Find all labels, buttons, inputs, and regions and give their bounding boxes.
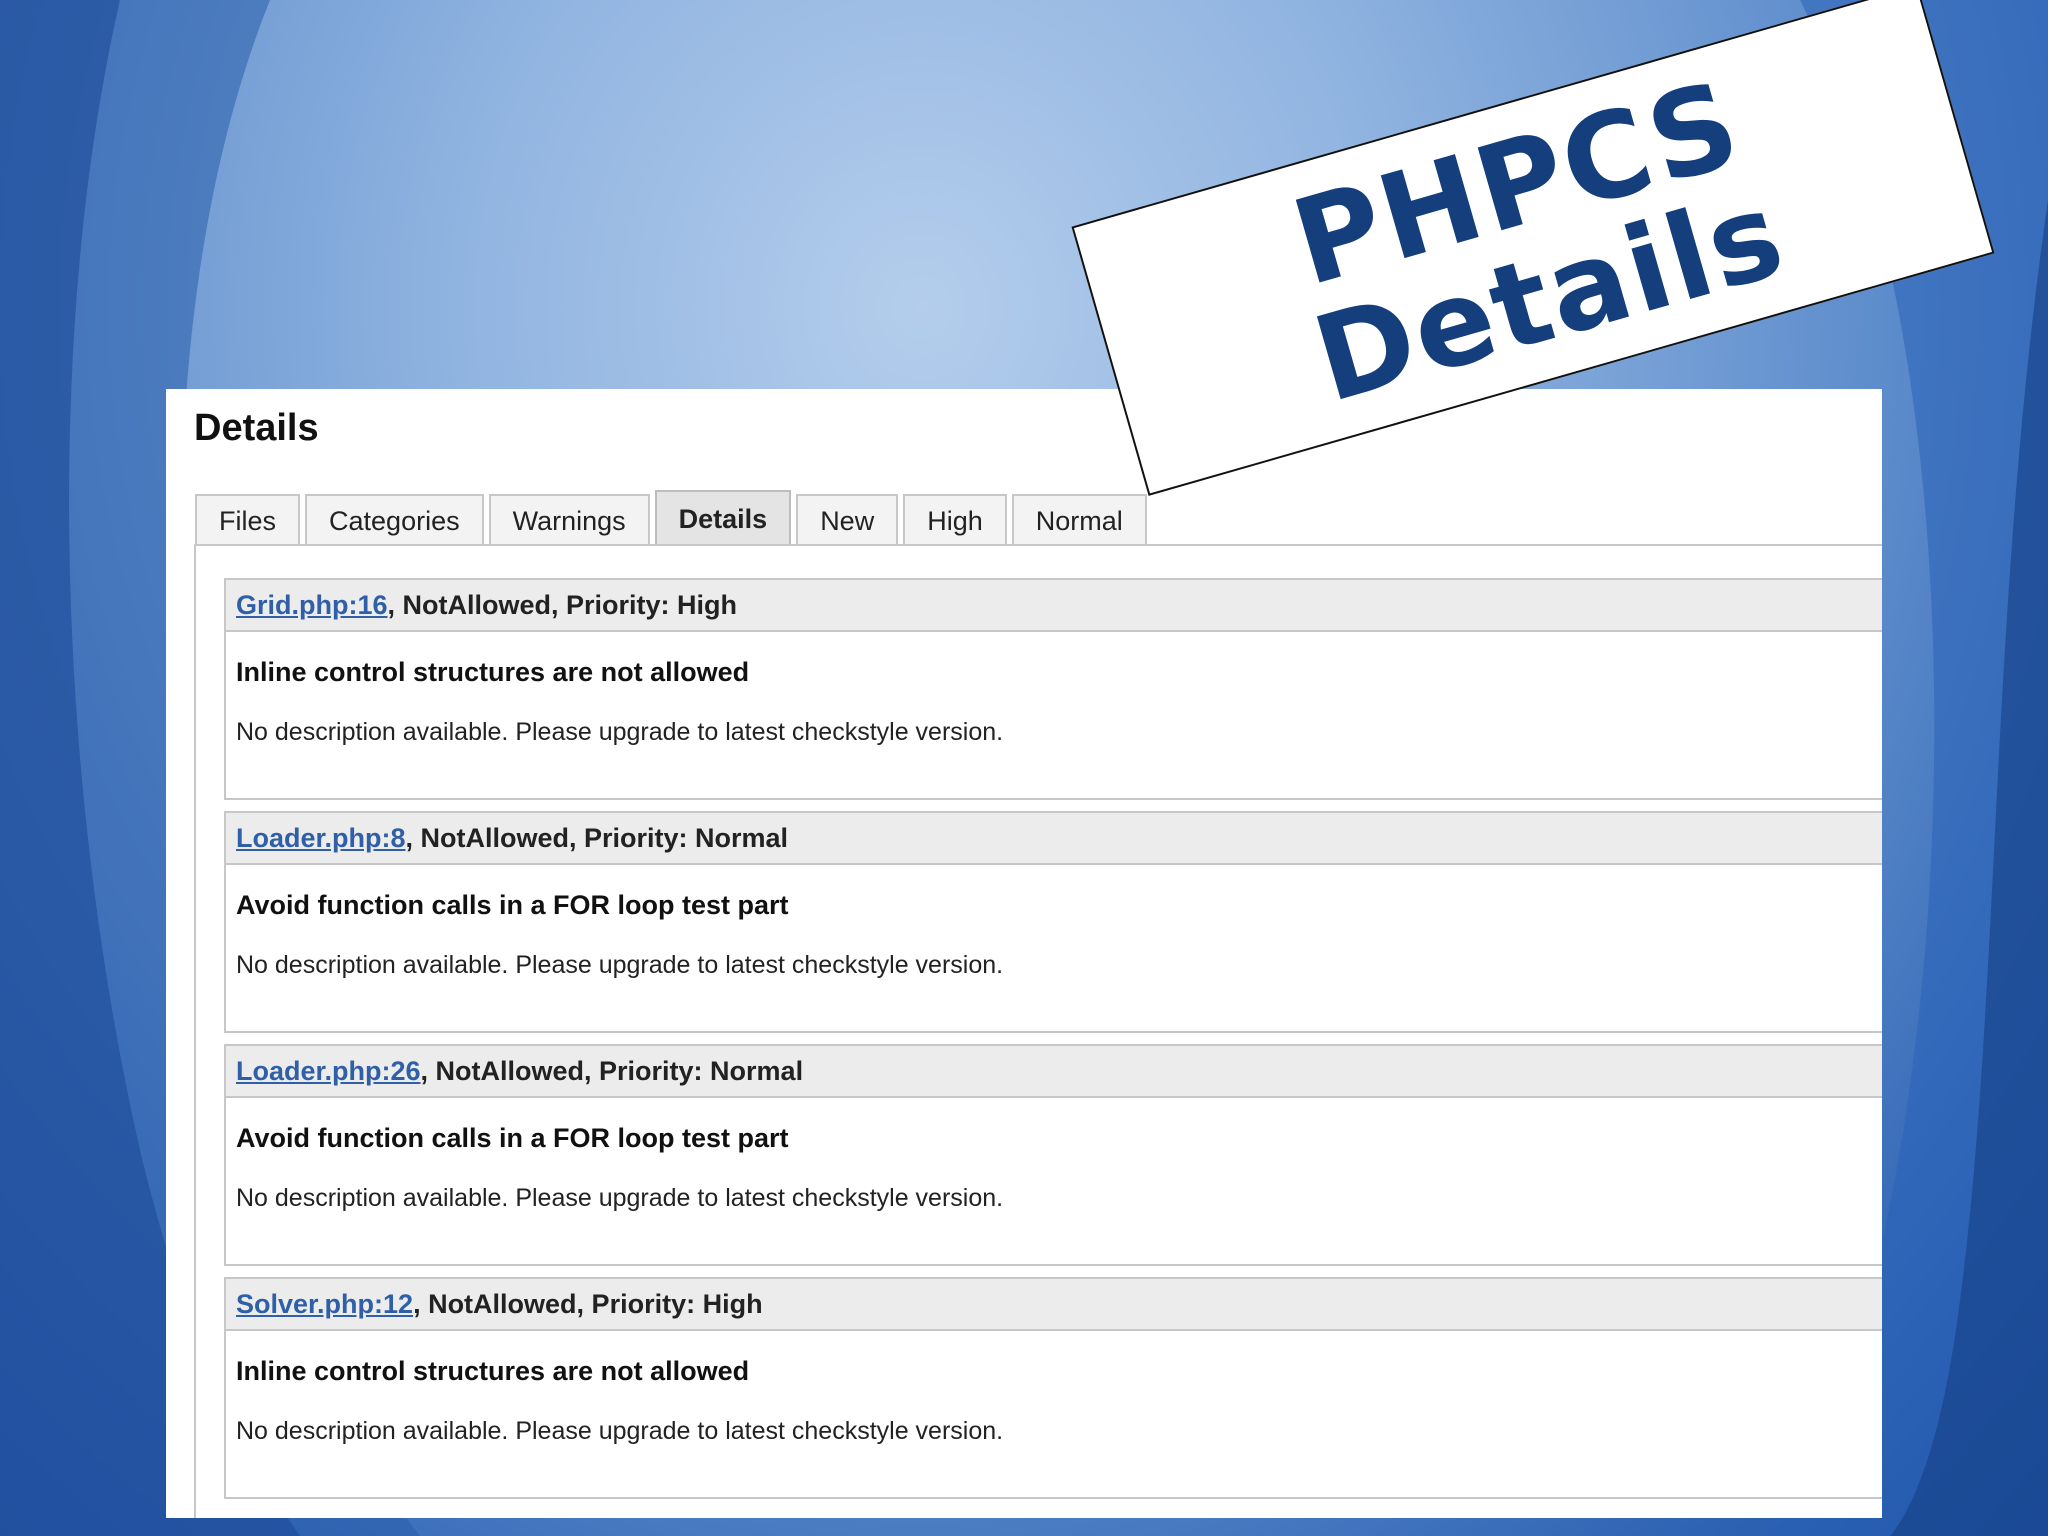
tab-new[interactable]: New [796, 494, 899, 546]
issue-title: Avoid function calls in a FOR loop test … [236, 1123, 789, 1153]
issue-item: Loader.php:26 , NotAllowed, Priority: No… [224, 1044, 1882, 1266]
issue-file-link[interactable]: Loader.php:8 [236, 823, 406, 854]
issue-item: Solver.php:12 , NotAllowed, Priority: Hi… [224, 1277, 1882, 1499]
issue-title: Inline control structures are not allowe… [236, 1356, 750, 1386]
issue-item: Loader.php:8 , NotAllowed, Priority: Nor… [224, 811, 1882, 1033]
issue-meta: , NotAllowed, Priority: Normal [405, 822, 789, 853]
issue-title: Avoid function calls in a FOR loop test … [236, 890, 789, 920]
issue-description: No description available. Please upgrade… [236, 1184, 1004, 1212]
issue-header: Loader.php:26 , NotAllowed, Priority: No… [226, 1046, 1882, 1098]
issue-item: Grid.php:16 , NotAllowed, Priority: High… [224, 578, 1882, 800]
issue-header: Loader.php:8 , NotAllowed, Priority: Nor… [226, 813, 1882, 865]
report-panel: Details Files Categories Warnings Detail… [166, 389, 1882, 1518]
tab-details[interactable]: Details [654, 490, 792, 546]
issue-header: Solver.php:12 , NotAllowed, Priority: Hi… [226, 1279, 1882, 1331]
issue-header: Grid.php:16 , NotAllowed, Priority: High [226, 580, 1882, 632]
tab-files[interactable]: Files [195, 494, 301, 546]
issue-meta: , NotAllowed, Priority: Normal [420, 1055, 804, 1086]
tab-warnings[interactable]: Warnings [488, 494, 650, 546]
tab-normal[interactable]: Normal [1011, 494, 1147, 546]
details-tab-content: Grid.php:16 , NotAllowed, Priority: High… [194, 544, 1882, 1518]
issue-file-link[interactable]: Loader.php:26 [236, 1056, 421, 1087]
tab-high[interactable]: High [903, 494, 1007, 546]
tab-bar: Files Categories Warnings Details New Hi… [195, 490, 1152, 546]
issue-description: No description available. Please upgrade… [236, 951, 1004, 979]
page-title: Details [194, 407, 319, 449]
issue-meta: , NotAllowed, Priority: High [387, 589, 738, 620]
tab-categories[interactable]: Categories [305, 494, 484, 546]
issue-title: Inline control structures are not allowe… [236, 657, 750, 687]
issue-file-link[interactable]: Solver.php:12 [236, 1289, 413, 1320]
issue-meta: , NotAllowed, Priority: High [413, 1288, 763, 1319]
issue-description: No description available. Please upgrade… [236, 718, 1004, 746]
issue-description: No description available. Please upgrade… [236, 1417, 1004, 1445]
issue-file-link[interactable]: Grid.php:16 [236, 590, 388, 621]
